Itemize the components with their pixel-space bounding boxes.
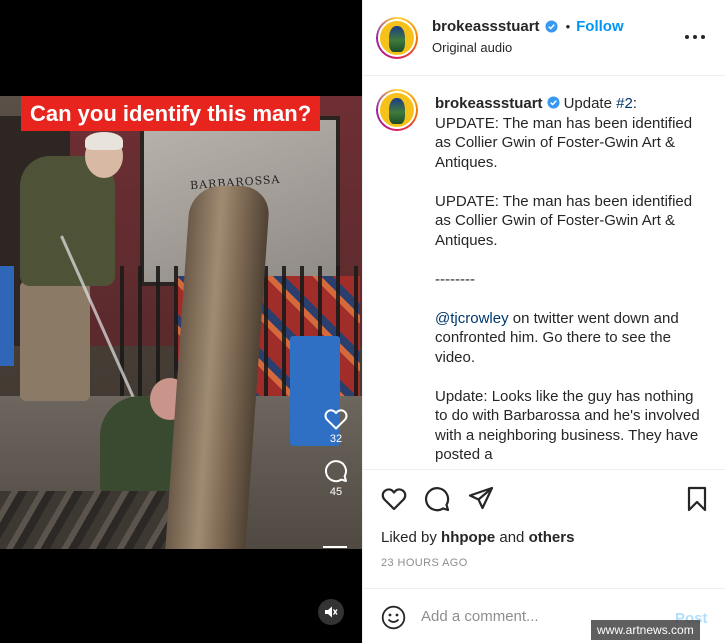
belongings-on-ground bbox=[0, 491, 180, 549]
reel-like-button[interactable]: 32 bbox=[324, 408, 348, 445]
man-legs bbox=[20, 281, 90, 401]
muted-speaker-icon bbox=[325, 606, 338, 618]
caption-first-line: brokeassstuart Update #2: bbox=[435, 94, 703, 114]
reel-side-actions: 32 45 bbox=[318, 408, 354, 512]
post-details-panel: brokeassstuart • Follow Original audio b… bbox=[362, 0, 725, 643]
header-separator: • bbox=[565, 19, 571, 34]
follow-button[interactable]: Follow bbox=[576, 18, 624, 35]
hashtag-link[interactable]: #2 bbox=[616, 95, 633, 112]
avatar[interactable] bbox=[376, 17, 418, 59]
heart-icon bbox=[324, 409, 348, 430]
liked-by-prefix: Liked by bbox=[381, 529, 442, 546]
header-username-link[interactable]: brokeassstuart bbox=[432, 18, 540, 35]
header-user-row: brokeassstuart • Follow bbox=[432, 18, 624, 35]
caption-username-link[interactable]: brokeassstuart bbox=[435, 95, 543, 112]
video-frame[interactable]: BARBAROSSA bbox=[0, 96, 362, 549]
post-timestamp[interactable]: 23 HOURS AGO bbox=[381, 557, 468, 569]
comment-count: 45 bbox=[329, 486, 343, 498]
reel-video-panel[interactable]: BARBAROSSA Can you identify this man? 32… bbox=[0, 0, 362, 643]
source-watermark: www.artnews.com bbox=[591, 620, 700, 640]
original-audio-link[interactable]: Original audio bbox=[432, 40, 512, 55]
caption-paragraph-1: UPDATE: The man has been identified as C… bbox=[435, 114, 693, 171]
liked-by-summary: Liked by hhpope and others bbox=[381, 529, 574, 546]
emoji-icon[interactable] bbox=[381, 605, 406, 630]
caption-prefix: Update bbox=[563, 95, 617, 112]
like-count: 32 bbox=[329, 433, 343, 445]
avatar-portrait bbox=[389, 98, 405, 124]
avatar-image bbox=[378, 19, 416, 57]
caption-scroll-area[interactable]: brokeassstuart Update #2: UPDATE: The man… bbox=[363, 77, 725, 469]
reel-more-indicator[interactable] bbox=[323, 546, 347, 548]
heart-icon[interactable] bbox=[381, 486, 407, 512]
post-action-bar bbox=[363, 469, 725, 525]
liked-by-others-link[interactable]: others bbox=[529, 529, 575, 546]
comment-icon[interactable] bbox=[424, 486, 450, 512]
comment-icon bbox=[325, 460, 347, 483]
more-options-icon[interactable] bbox=[683, 27, 707, 47]
video-caption-banner: Can you identify this man? bbox=[21, 96, 321, 131]
verified-badge-icon bbox=[547, 96, 560, 109]
liked-by-and: and bbox=[495, 529, 529, 546]
caption-text: brokeassstuart Update #2: UPDATE: The man… bbox=[435, 94, 703, 465]
caption-separator: -------- bbox=[435, 270, 475, 288]
reel-comment-button[interactable]: 45 bbox=[324, 459, 348, 498]
caption-paragraph-2: UPDATE: The man has been identified as C… bbox=[435, 192, 693, 249]
paper-plane-icon[interactable] bbox=[468, 486, 494, 512]
avatar-image bbox=[378, 91, 416, 129]
mention-link[interactable]: @tjcrowley bbox=[435, 310, 509, 327]
liked-by-user-link[interactable]: hhpope bbox=[441, 529, 495, 546]
blue-post bbox=[0, 266, 14, 366]
mute-toggle-button[interactable] bbox=[318, 599, 344, 625]
bookmark-icon[interactable] bbox=[684, 486, 710, 512]
verified-badge-icon bbox=[545, 20, 558, 33]
caption-colon: : bbox=[632, 95, 637, 112]
man-hair bbox=[85, 132, 123, 150]
avatar-portrait bbox=[389, 26, 405, 52]
post-header: brokeassstuart • Follow Original audio bbox=[363, 0, 725, 76]
caption-paragraph-4: Update: Looks like the guy has nothing t… bbox=[435, 387, 700, 464]
caption-avatar[interactable] bbox=[376, 89, 418, 131]
caption-paragraph-3: @tjcrowley on twitter went down and conf… bbox=[435, 309, 703, 368]
